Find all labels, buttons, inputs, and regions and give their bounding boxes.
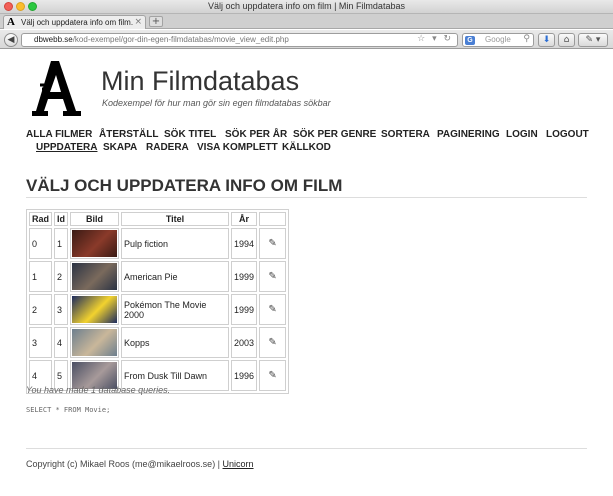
movie-thumbnail[interactable] (72, 263, 118, 290)
cell-titel: Pokémon The Movie 2000 (121, 294, 230, 325)
cell-bild (70, 294, 120, 325)
menu-item-logout[interactable]: LOGOUT (546, 129, 589, 140)
search-icon[interactable]: ⚲ (523, 34, 530, 44)
cell-bild (70, 261, 120, 292)
cell-ar: 1999 (231, 294, 258, 325)
cell-ar: 2003 (231, 327, 258, 358)
table-header-row: Rad Id Bild Titel År (29, 212, 287, 226)
cell-ar: 1999 (231, 261, 258, 292)
cell-id: 1 (54, 228, 69, 259)
cell-ar: 1996 (231, 360, 258, 391)
table-row: 2 3 Pokémon The Movie 2000 1999 ✎ (29, 294, 287, 325)
menu-item-sok-per-ar[interactable]: SÖK PER ÅR (225, 129, 287, 140)
column-header-id: Id (54, 212, 69, 226)
menu-item-sok-per-genre[interactable]: SÖK PER GENRE (293, 129, 376, 140)
cell-id: 2 (54, 261, 69, 292)
download-button[interactable]: ⬇ (538, 33, 555, 47)
address-bar[interactable]: dbwebb.se/kod-exempel/gor-din-egen-filmd… (21, 33, 458, 47)
bookmark-star-icon[interactable]: ☆ ▾ ↻ (417, 34, 453, 44)
navigation-toolbar: ◀ dbwebb.se/kod-exempel/gor-din-egen-fil… (0, 30, 613, 49)
movie-thumbnail[interactable] (72, 296, 118, 323)
cell-ar: 1994 (231, 228, 258, 259)
column-header-bild: Bild (70, 212, 120, 226)
footer: Copyright (c) Mikael Roos (me@mikaelroos… (26, 459, 254, 469)
edit-icon[interactable]: ✎ (259, 228, 287, 259)
query-count: You have made 1 database queries. (26, 385, 171, 395)
site-logo-icon (32, 61, 81, 116)
cell-titel: Kopps (121, 327, 230, 358)
unicorn-link[interactable]: Unicorn (223, 459, 254, 469)
cell-rad: 1 (29, 261, 53, 292)
movie-table: Rad Id Bild Titel År 0 1 Pulp fiction 19… (26, 209, 290, 394)
divider (26, 197, 587, 198)
menu-item-sok-titel[interactable]: SÖK TITEL (164, 129, 216, 140)
menu-item-login[interactable]: LOGIN (506, 129, 538, 140)
table-row: 1 2 American Pie 1999 ✎ (29, 261, 287, 292)
menu-item-aterstall[interactable]: ÅTERSTÄLL (99, 129, 158, 140)
url-text: dbwebb.se/kod-exempel/gor-din-egen-filmd… (34, 35, 289, 44)
menu-item-visa-komplett[interactable]: VISA KOMPLETT (197, 142, 278, 153)
copyright-text: Copyright (c) Mikael Roos (me@mikaelroos… (26, 459, 223, 469)
column-header-titel: Titel (121, 212, 230, 226)
site-slogan: Kodexempel för hur man gör sin egen film… (102, 98, 331, 108)
footer-divider (26, 448, 587, 449)
search-bar[interactable]: G Google ⚲ (462, 33, 534, 47)
menu-item-radera[interactable]: RADERA (146, 142, 189, 153)
table-row: 0 1 Pulp fiction 1994 ✎ (29, 228, 287, 259)
menu-item-uppdatera[interactable]: UPPDATERA (36, 142, 97, 153)
movie-thumbnail[interactable] (72, 230, 118, 257)
cell-bild (70, 228, 120, 259)
window-title: Välj och uppdatera info om film | Min Fi… (208, 1, 405, 11)
menu-item-paginering[interactable]: PAGINERING (437, 129, 500, 140)
edit-icon[interactable]: ✎ (259, 360, 287, 391)
column-header-edit (259, 212, 287, 226)
site-title: Min Filmdatabas (101, 66, 300, 96)
table-row: 3 4 Kopps 2003 ✎ (29, 327, 287, 358)
cell-id: 3 (54, 294, 69, 325)
edit-icon[interactable]: ✎ (259, 294, 287, 325)
menu-item-sortera[interactable]: SORTERA (381, 129, 430, 140)
menu-item-skapa[interactable]: SKAPA (103, 142, 137, 153)
cell-rad: 0 (29, 228, 53, 259)
cell-titel: Pulp fiction (121, 228, 230, 259)
google-icon[interactable]: G (465, 36, 475, 45)
tab-label: Välj och uppdatera info om film... (21, 18, 133, 27)
movie-thumbnail[interactable] (72, 329, 118, 356)
page-content: Min Filmdatabas Kodexempel för hur man g… (0, 50, 613, 496)
home-button[interactable]: ⌂ (558, 33, 575, 47)
cell-titel: American Pie (121, 261, 230, 292)
sql-query: SELECT * FROM Movie; (26, 406, 111, 414)
menu-item-alla-filmer[interactable]: ALLA FILMER (26, 129, 92, 140)
cell-id: 4 (54, 327, 69, 358)
column-header-ar: År (231, 212, 258, 226)
search-placeholder: Google (485, 35, 511, 44)
cell-rad: 2 (29, 294, 53, 325)
back-button[interactable]: ◀ (4, 33, 18, 47)
edit-icon[interactable]: ✎ (259, 261, 287, 292)
column-header-rad: Rad (29, 212, 53, 226)
tab-close-icon[interactable]: × (134, 17, 142, 27)
tab-active[interactable]: A Välj och uppdatera info om film... × (3, 15, 146, 29)
favicon-icon: A (7, 16, 15, 28)
new-tab-button[interactable]: + (149, 16, 163, 27)
tab-bar: A Välj och uppdatera info om film... × + (0, 14, 613, 29)
extensions-button[interactable]: ✎ ▾ (578, 33, 608, 47)
window-titlebar: Välj och uppdatera info om film | Min Fi… (0, 0, 613, 14)
edit-icon[interactable]: ✎ (259, 327, 287, 358)
cell-bild (70, 327, 120, 358)
cell-rad: 3 (29, 327, 53, 358)
menu-item-kallkod[interactable]: KÄLLKOD (282, 142, 331, 153)
page-title: VÄLJ OCH UPPDATERA INFO OM FILM (26, 176, 343, 195)
